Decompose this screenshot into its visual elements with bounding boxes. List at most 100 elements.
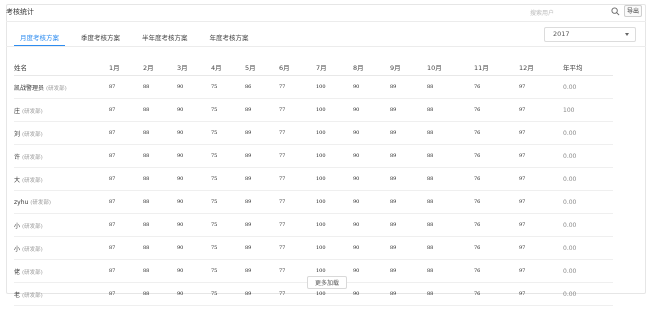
employee-name: 庄 <box>14 107 21 115</box>
month-score-cell: 89 <box>245 190 279 214</box>
month-score-cell: 90 <box>353 121 390 145</box>
month-score-cell: 97 <box>519 282 563 306</box>
month-score-cell: 88 <box>143 282 177 306</box>
month-score-cell: 87 <box>109 144 143 168</box>
department-label: (研发部) <box>21 223 43 230</box>
column-header: 2月 <box>143 58 177 76</box>
month-score-cell: 76 <box>474 213 519 237</box>
month-score-cell: 76 <box>474 236 519 260</box>
search-input[interactable]: 搜索用户 <box>530 8 554 17</box>
month-score-cell: 87 <box>109 98 143 122</box>
month-score-cell: 89 <box>245 121 279 145</box>
department-label: (研发部) <box>21 108 43 115</box>
month-score-cell: 89 <box>390 75 427 99</box>
month-score-cell: 100 <box>316 213 353 237</box>
divider <box>6 21 646 22</box>
month-score-cell: 88 <box>143 144 177 168</box>
month-score-cell: 76 <box>474 98 519 122</box>
month-score-cell: 89 <box>245 259 279 283</box>
column-header: 9月 <box>390 58 427 76</box>
annual-average-cell: 0.00 <box>563 121 613 145</box>
month-score-cell: 97 <box>519 144 563 168</box>
month-score-cell: 88 <box>143 213 177 237</box>
column-header: 10月 <box>427 58 474 76</box>
employee-name: 小 <box>14 245 21 253</box>
department-label: (研发部) <box>21 292 43 299</box>
load-more-button[interactable]: 更多加载 <box>307 276 347 289</box>
month-score-cell: 89 <box>390 213 427 237</box>
month-score-cell: 90 <box>353 167 390 191</box>
month-score-cell: 77 <box>279 98 316 122</box>
month-score-cell: 89 <box>245 236 279 260</box>
month-score-cell: 87 <box>109 259 143 283</box>
month-score-cell: 90 <box>177 144 211 168</box>
month-score-cell: 87 <box>109 236 143 260</box>
employee-name-cell: 小 (研发部) <box>14 213 109 237</box>
month-score-cell: 90 <box>353 190 390 214</box>
month-score-cell: 88 <box>143 167 177 191</box>
month-score-cell: 75 <box>211 213 245 237</box>
export-button[interactable]: 导出 <box>624 5 642 17</box>
page-title: 考核统计 <box>6 8 34 16</box>
month-score-cell: 77 <box>279 213 316 237</box>
month-score-cell: 88 <box>427 121 474 145</box>
employee-name-cell: 刘 (研发部) <box>14 121 109 145</box>
month-score-cell: 100 <box>316 121 353 145</box>
month-score-cell: 88 <box>143 121 177 145</box>
month-score-cell: 88 <box>427 144 474 168</box>
annual-average-cell: 100 <box>563 98 613 122</box>
month-score-cell: 87 <box>109 190 143 214</box>
tab-annual[interactable]: 年度考核方案 <box>204 30 255 46</box>
month-score-cell: 77 <box>279 190 316 214</box>
employee-name: 刘 <box>14 130 21 138</box>
month-score-cell: 89 <box>245 98 279 122</box>
column-header: 12月 <box>519 58 563 76</box>
tab-half-year[interactable]: 半年度考核方案 <box>136 30 194 46</box>
divider <box>6 46 646 47</box>
annual-average-cell: 0.00 <box>563 259 613 283</box>
month-score-cell: 90 <box>177 282 211 306</box>
month-score-cell: 87 <box>109 121 143 145</box>
tab-monthly[interactable]: 月度考核方案 <box>14 30 65 46</box>
table-row: 刘 (研发部) 87 88 90 75 89 77 100 90 89 88 76 97 0.00 <box>14 121 613 145</box>
month-score-cell: 88 <box>143 190 177 214</box>
month-score-cell: 90 <box>353 213 390 237</box>
employee-name-cell: 小 (研发部) <box>14 236 109 260</box>
employee-name-cell: 凯战警理员 (研发部) <box>14 75 109 99</box>
employee-name-cell: zyhu (研发部) <box>14 190 109 214</box>
month-score-cell: 89 <box>390 144 427 168</box>
month-score-cell: 90 <box>177 259 211 283</box>
month-score-cell: 90 <box>177 75 211 99</box>
month-score-cell: 76 <box>474 190 519 214</box>
month-score-cell: 97 <box>519 236 563 260</box>
month-score-cell: 90 <box>353 75 390 99</box>
month-score-cell: 90 <box>177 213 211 237</box>
search-icon[interactable] <box>611 7 620 16</box>
year-select[interactable]: 2017 <box>544 27 636 42</box>
month-score-cell: 87 <box>109 75 143 99</box>
month-score-cell: 90 <box>177 236 211 260</box>
column-header: 7月 <box>316 58 353 76</box>
department-label: (研发部) <box>45 85 67 92</box>
month-score-cell: 88 <box>427 167 474 191</box>
month-score-cell: 97 <box>519 167 563 191</box>
annual-average-cell: 0.00 <box>563 144 613 168</box>
month-score-cell: 89 <box>390 98 427 122</box>
department-label: (研发部) <box>21 154 43 161</box>
month-score-cell: 88 <box>143 236 177 260</box>
month-score-cell: 88 <box>427 98 474 122</box>
month-score-cell: 75 <box>211 259 245 283</box>
employee-name: zyhu <box>14 199 29 206</box>
month-score-cell: 88 <box>427 213 474 237</box>
employee-name: 许 <box>14 153 21 161</box>
tab-quarterly[interactable]: 季度考核方案 <box>75 30 126 46</box>
employee-name: 小 <box>14 222 21 230</box>
month-score-cell: 88 <box>143 75 177 99</box>
month-score-cell: 88 <box>427 190 474 214</box>
month-score-cell: 100 <box>316 236 353 260</box>
month-score-cell: 88 <box>427 236 474 260</box>
employee-name-cell: 庄 (研发部) <box>14 98 109 122</box>
table-body: 凯战警理员 (研发部) 87 88 90 75 86 77 100 90 89 88 76 97 0.00… <box>14 75 613 306</box>
month-score-cell: 100 <box>316 167 353 191</box>
month-score-cell: 75 <box>211 236 245 260</box>
